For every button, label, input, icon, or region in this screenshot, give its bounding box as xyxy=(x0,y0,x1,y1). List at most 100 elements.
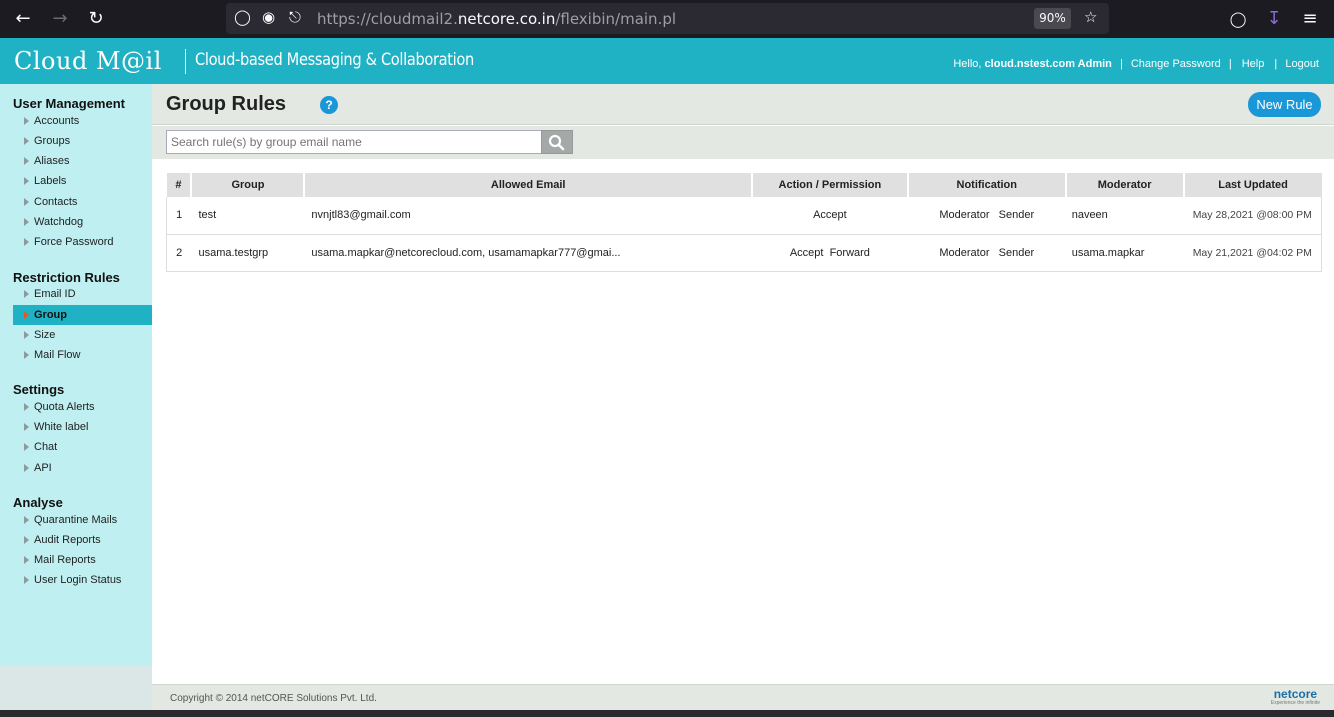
triangle-right-icon xyxy=(24,137,29,145)
sidebar-section-analyse: Analyse xyxy=(13,495,63,510)
header-user-links: Hello, cloud.nstest.com Admin | Change P… xyxy=(953,58,1319,70)
sidebar-item-quota-alerts[interactable]: Quota Alerts xyxy=(13,397,152,417)
sidebar-item-group[interactable]: Group xyxy=(13,305,152,325)
user-name: cloud.nstest.com Admin xyxy=(984,58,1112,70)
column-header-allowed-email: Allowed Email xyxy=(304,173,753,197)
sidebar-item-labels[interactable]: Labels xyxy=(13,171,152,191)
sidebar-item-audit-reports[interactable]: Audit Reports xyxy=(13,530,152,550)
sidebar-item-size[interactable]: Size xyxy=(13,325,152,345)
separator: | xyxy=(1274,58,1278,70)
sidebar-item-force-password[interactable]: Force Password xyxy=(13,232,152,252)
table-row[interactable]: 1 test nvnjtl83@gmail.com Accept Moderat… xyxy=(166,197,1322,235)
separator: | xyxy=(1228,58,1232,70)
triangle-right-icon xyxy=(24,556,29,564)
bookmark-star-icon[interactable]: ☆ xyxy=(1084,8,1097,26)
sidebar-item-user-login-status[interactable]: User Login Status xyxy=(13,570,152,590)
triangle-right-icon xyxy=(24,351,29,359)
change-password-link[interactable]: Change Password xyxy=(1131,58,1221,70)
triangle-right-icon xyxy=(24,238,29,246)
new-rule-button[interactable]: New Rule xyxy=(1248,92,1321,117)
sidebar-section-restriction-rules: Restriction Rules xyxy=(13,270,120,285)
help-link[interactable]: Help xyxy=(1242,58,1265,70)
triangle-right-icon xyxy=(24,218,29,226)
page-header: Group Rules ? New Rule xyxy=(152,84,1334,125)
sidebar-item-groups[interactable]: Groups xyxy=(13,131,152,151)
hello-text: Hello, xyxy=(953,58,982,70)
lock-icon[interactable]: ◉ xyxy=(262,8,275,26)
row-number: 2 xyxy=(166,234,192,272)
page-title: Group Rules xyxy=(166,93,287,115)
header-tagline: Cloud-based Messaging & Collaboration xyxy=(195,50,474,70)
sidebar-item-api[interactable]: API xyxy=(13,458,152,478)
triangle-right-icon xyxy=(24,464,29,472)
os-taskbar xyxy=(0,710,1334,717)
triangle-right-icon xyxy=(24,403,29,411)
triangle-right-icon xyxy=(24,443,29,451)
app-header: Cloud M@il Cloud-based Messaging & Colla… xyxy=(0,38,1334,84)
triangle-right-icon xyxy=(24,576,29,584)
shield-icon[interactable]: ◯ xyxy=(234,8,251,26)
help-icon[interactable]: ? xyxy=(320,96,338,114)
back-arrow-icon[interactable]: ← xyxy=(12,8,34,30)
table-header-row: # Group Allowed Email Action / Permissio… xyxy=(166,173,1322,197)
table-row[interactable]: 2 usama.testgrp usama.mapkar@netcoreclou… xyxy=(166,234,1322,272)
reload-icon[interactable]: ↻ xyxy=(85,8,107,30)
row-group[interactable]: usama.testgrp xyxy=(191,234,305,272)
column-header-number: # xyxy=(166,173,193,197)
sidebar-item-mail-reports[interactable]: Mail Reports xyxy=(13,550,152,570)
zoom-level[interactable]: 90% xyxy=(1034,8,1071,29)
triangle-right-icon xyxy=(24,311,29,319)
triangle-right-icon xyxy=(24,423,29,431)
sidebar-item-contacts[interactable]: Contacts xyxy=(13,192,152,212)
sidebar-item-accounts[interactable]: Accounts xyxy=(13,111,152,131)
forward-arrow-icon[interactable]: → xyxy=(49,8,71,30)
row-group[interactable]: test xyxy=(191,197,305,235)
netcore-brand: netcore xyxy=(1273,687,1318,701)
row-number: 1 xyxy=(166,197,192,235)
header-divider xyxy=(185,49,186,74)
row-last-updated: May 28,2021 @08:00 PM xyxy=(1183,197,1322,235)
triangle-right-icon xyxy=(24,536,29,544)
cloudmail-logo[interactable]: Cloud M@il xyxy=(14,47,162,75)
search-input[interactable] xyxy=(166,130,542,154)
column-header-notification: Notification xyxy=(907,173,1067,197)
sidebar-item-chat[interactable]: Chat xyxy=(13,437,152,457)
sidebar-item-email-id[interactable]: Email ID xyxy=(13,284,152,304)
group-rules-table: # Group Allowed Email Action / Permissio… xyxy=(166,173,1322,272)
triangle-right-icon xyxy=(24,290,29,298)
separator: | xyxy=(1119,58,1123,70)
triangle-right-icon xyxy=(24,177,29,185)
copyright-text: Copyright © 2014 netCORE Solutions Pvt. … xyxy=(170,693,377,704)
sidebar-item-white-label[interactable]: White label xyxy=(13,417,152,437)
row-notification: Moderator Sender xyxy=(907,234,1066,272)
pocket-icon[interactable]: ◯ xyxy=(1227,8,1249,30)
download-icon[interactable]: ↧ xyxy=(1263,8,1285,30)
triangle-right-icon xyxy=(24,157,29,165)
row-last-updated: May 21,2021 @04:02 PM xyxy=(1183,234,1322,272)
key-icon[interactable]: ⎋ xyxy=(289,8,301,26)
menu-icon[interactable]: ≡ xyxy=(1299,8,1321,30)
row-action: Accept Forward xyxy=(751,234,908,272)
page-footer: Copyright © 2014 netCORE Solutions Pvt. … xyxy=(152,684,1334,710)
netcore-logo: netcore Experience the infinite xyxy=(1271,687,1320,706)
sidebar-item-watchdog[interactable]: Watchdog xyxy=(13,212,152,232)
url-text[interactable]: https://cloudmail2.netcore.co.in/flexibi… xyxy=(317,10,676,28)
column-header-last-updated: Last Updated xyxy=(1183,173,1322,197)
address-bar[interactable]: ◯ ◉ ⎋ https://cloudmail2.netcore.co.in/f… xyxy=(226,3,1109,34)
sidebar-item-aliases[interactable]: Aliases xyxy=(13,151,152,171)
sidebar-item-quarantine-mails[interactable]: Quarantine Mails xyxy=(13,510,152,530)
row-allowed-email: nvnjtl83@gmail.com xyxy=(304,197,752,235)
row-moderator: naveen xyxy=(1065,197,1184,235)
logout-link[interactable]: Logout xyxy=(1285,58,1319,70)
triangle-right-icon xyxy=(24,331,29,339)
sidebar: User Management Accounts Groups Aliases … xyxy=(0,84,152,666)
search-button[interactable] xyxy=(541,130,573,154)
sidebar-item-mail-flow[interactable]: Mail Flow xyxy=(13,345,152,365)
row-notification: Moderator Sender xyxy=(907,197,1066,235)
sidebar-section-settings: Settings xyxy=(13,382,65,397)
search-icon xyxy=(548,134,565,151)
sidebar-section-user-management: User Management xyxy=(13,96,125,111)
row-action: Accept xyxy=(751,197,908,235)
column-header-group: Group xyxy=(191,173,306,197)
column-header-moderator: Moderator xyxy=(1065,173,1185,197)
